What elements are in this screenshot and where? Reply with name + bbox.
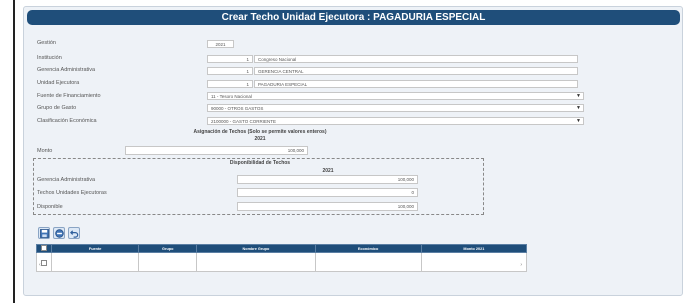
page-title: Crear Techo Unidad Ejecutora : PAGADURIA… (27, 10, 680, 25)
save-button[interactable] (38, 227, 50, 239)
dropdown-arrow-icon: ▼ (576, 118, 581, 124)
grid-header-fuente[interactable]: Fuente (51, 244, 140, 253)
asignacion-year: 2021 (254, 136, 266, 142)
monto-input[interactable]: 100,000 (125, 146, 308, 155)
dropdown-arrow-icon: ▼ (576, 105, 581, 111)
cancel-icon (54, 228, 64, 238)
scroll-right-icon[interactable]: › (520, 262, 522, 268)
cancel-button[interactable] (53, 227, 65, 239)
fuente-label: Fuente de Financiamiento (37, 93, 101, 99)
disp-techos-value: 0 (237, 188, 418, 197)
horizontal-scrollbar[interactable]: ‹ › (36, 262, 527, 270)
undo-icon (69, 229, 78, 238)
monto-label: Monto (37, 148, 53, 154)
disp-gerencia-value: 100,000 (237, 175, 418, 184)
select-all-checkbox[interactable] (41, 245, 47, 251)
grid-header-nombre-grupo[interactable]: Nombre Grupo (196, 244, 316, 253)
clasificacion-select[interactable]: 2100000 - GASTO CORRIENTE ▼ (207, 117, 584, 125)
grid-header-grupo[interactable]: Grupo (138, 244, 198, 253)
fuente-select[interactable]: 11 - Tesoro Nacional ▼ (207, 92, 584, 100)
unidad-code[interactable]: 1 (207, 80, 253, 88)
disponibilidad-year: 2021 (322, 168, 334, 174)
gestion-label: Gestión (37, 40, 56, 46)
unidad-label: Unidad Ejecutora (37, 80, 80, 86)
gerencia-label: Gerencia Administrativa (37, 67, 96, 73)
disp-disponible-label: Disponible (37, 204, 63, 210)
grupo-select[interactable]: 90000 - OTROS GASTOS ▼ (207, 104, 584, 112)
disp-gerencia-label: Gerencia Administrativa (37, 177, 96, 183)
save-icon (39, 228, 49, 238)
fuente-value: 11 - Tesoro Nacional (211, 94, 252, 99)
dropdown-arrow-icon: ▼ (576, 93, 581, 99)
disp-disponible-value: 100,000 (237, 202, 418, 211)
gestion-field[interactable]: 2021 (207, 40, 234, 48)
unidad-name[interactable]: PAGADURIA ESPECIAL (254, 80, 578, 88)
disponibilidad-heading: Disponibilidad de Techos (229, 160, 291, 166)
disp-techos-label: Techos Unidades Ejecutoras (37, 190, 107, 196)
asignacion-heading: Asignación de Techos (Solo se permite va… (193, 129, 327, 135)
institucion-label: Institución (37, 55, 62, 61)
gerencia-name[interactable]: GERENCIA CENTRAL (254, 67, 578, 75)
grupo-label: Grupo de Gasto (37, 105, 77, 111)
clasificacion-label: Clasificación Económica (37, 118, 97, 124)
grid-header-monto[interactable]: Monto 2021 (420, 244, 528, 253)
grid-header-select[interactable] (35, 244, 53, 253)
scroll-left-icon[interactable]: ‹ (39, 262, 41, 268)
clasificacion-value: 2100000 - GASTO CORRIENTE (211, 119, 276, 124)
back-button[interactable] (68, 227, 80, 239)
grupo-value: 90000 - OTROS GASTOS (211, 106, 264, 111)
institucion-code[interactable]: 1 (207, 55, 253, 63)
gerencia-code[interactable]: 1 (207, 67, 253, 75)
left-border (13, 0, 15, 303)
grid-header-economico[interactable]: Económico (314, 244, 422, 253)
institucion-name[interactable]: Congreso Nacional (254, 55, 578, 63)
